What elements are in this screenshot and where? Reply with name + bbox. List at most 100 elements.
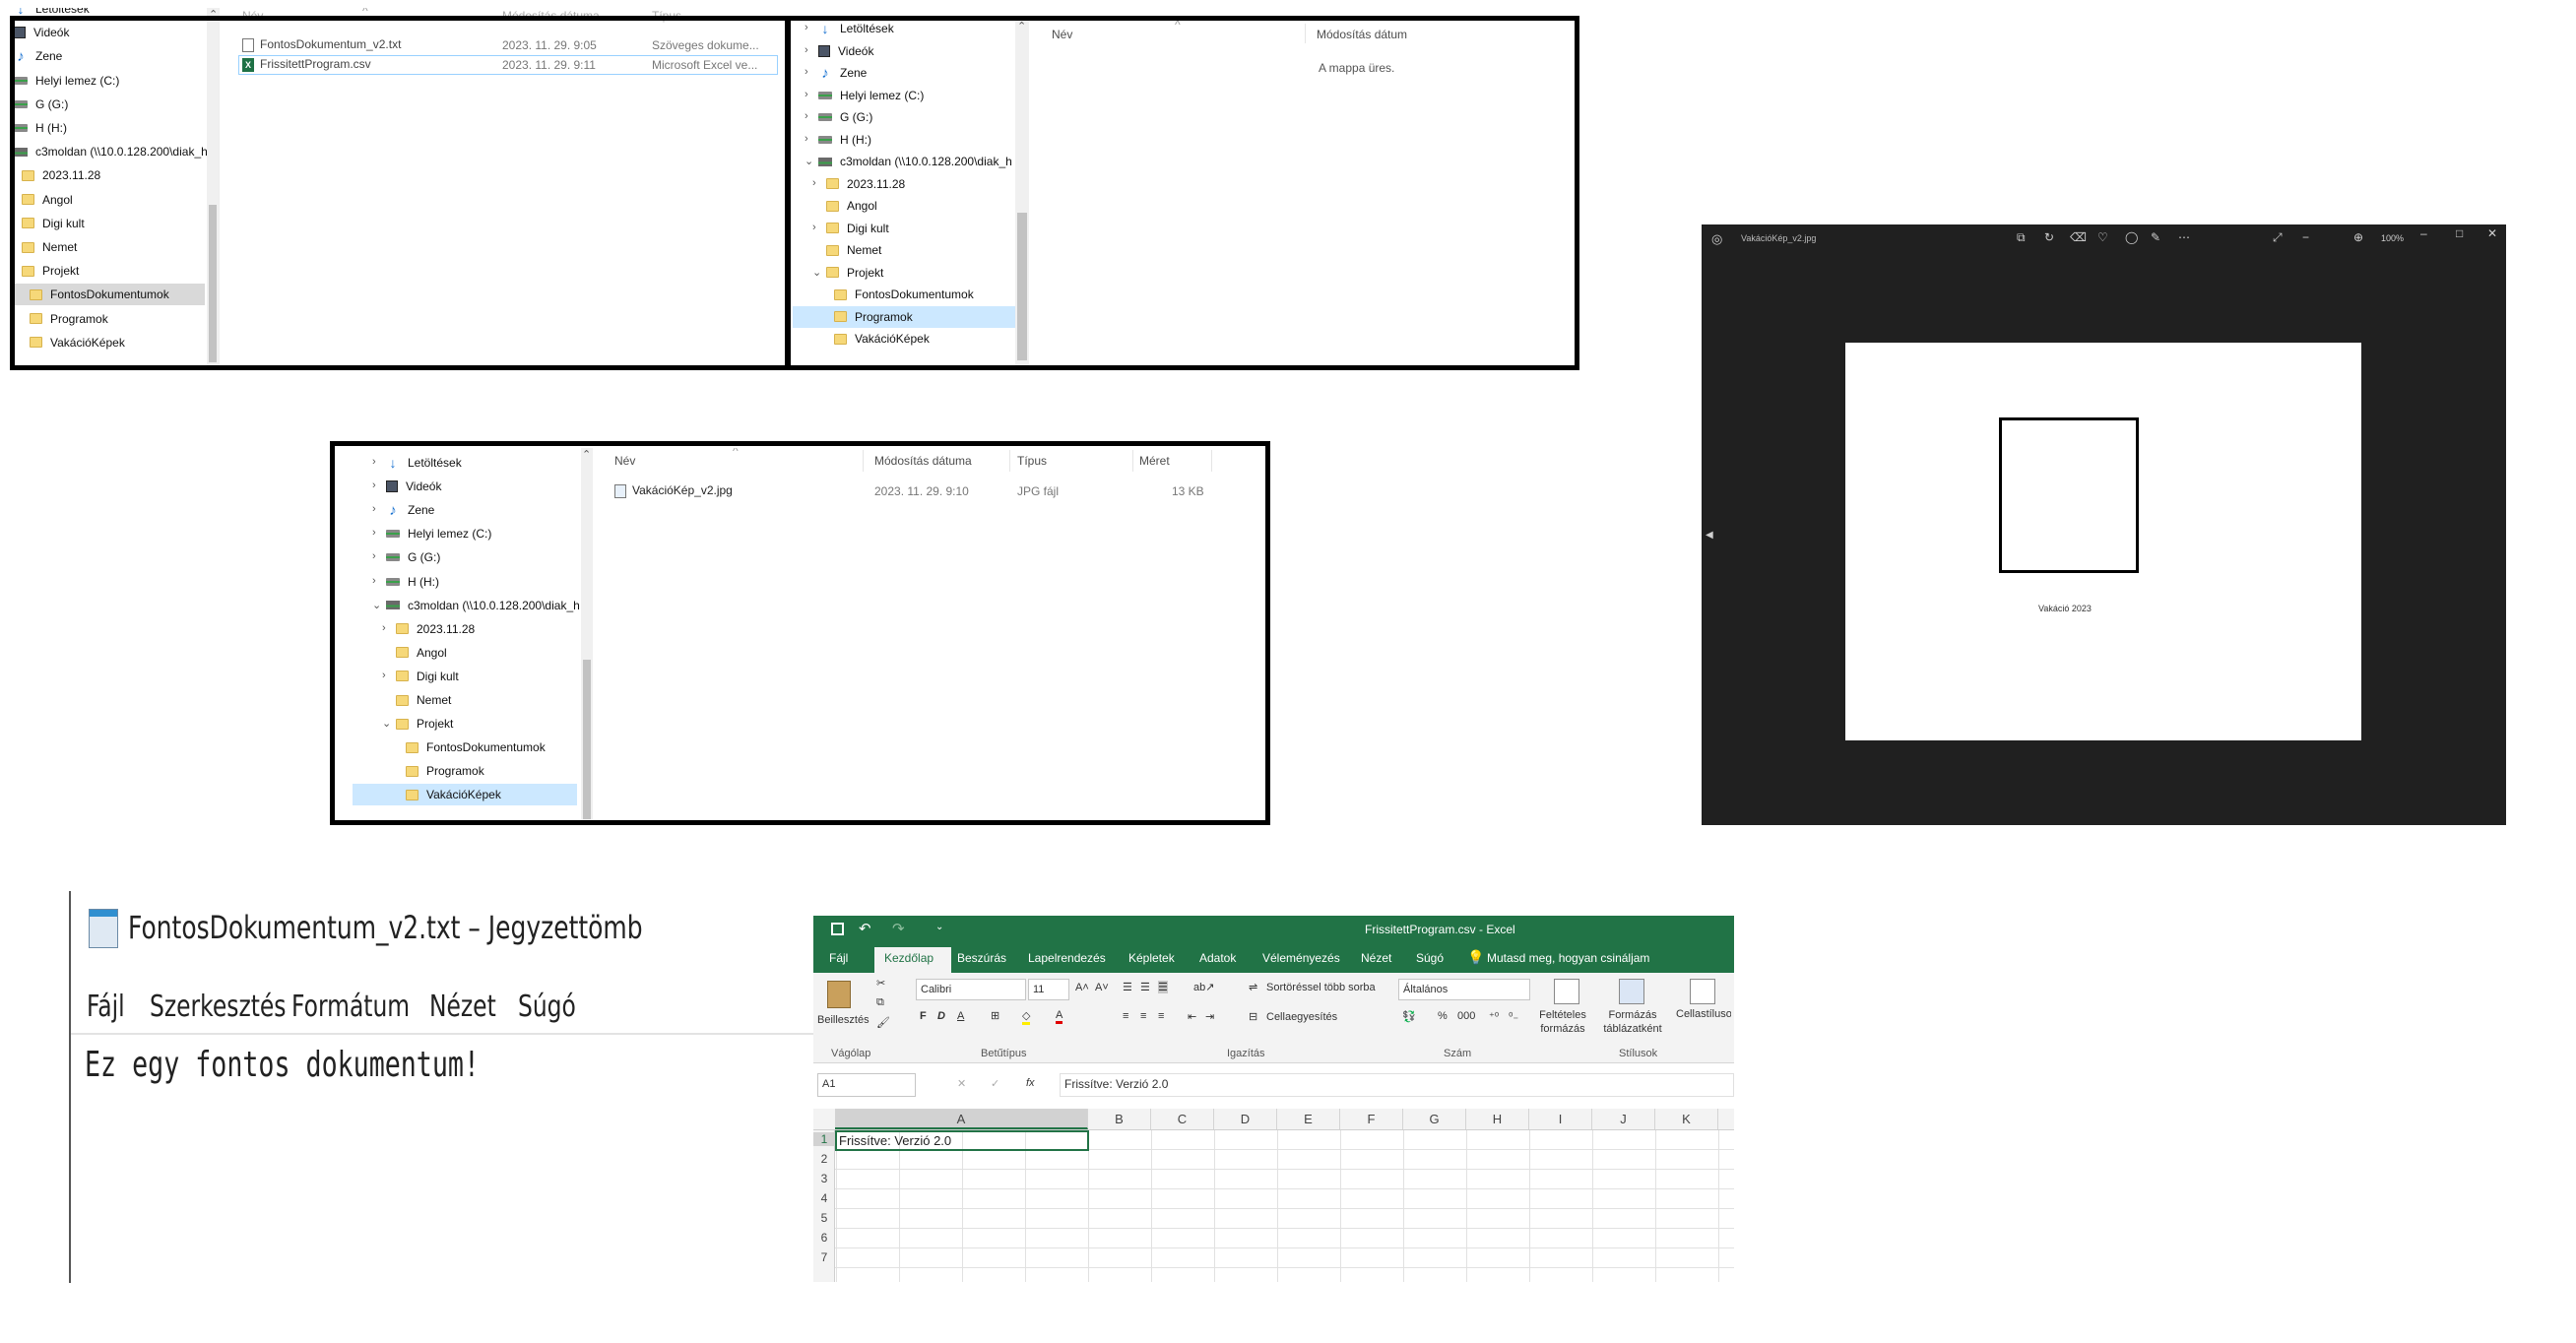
column-header-name[interactable]: Név — [242, 9, 263, 23]
formula-input[interactable]: Frissítve: Verzió 2.0 — [1060, 1073, 1734, 1097]
nav-item[interactable]: Angol — [10, 189, 205, 211]
cell-A1[interactable]: Frissítve: Verzió 2.0 — [835, 1130, 1089, 1151]
nav-item[interactable]: Programok — [793, 305, 1015, 328]
underline-icon[interactable]: A — [957, 1010, 964, 1022]
nav-item[interactable]: › Helyi lemez (C:) — [353, 523, 577, 544]
chevron-right-icon[interactable]: › — [372, 480, 376, 491]
nav-item[interactable]: › G (G:) — [793, 106, 1015, 128]
col-B[interactable]: B — [1088, 1109, 1151, 1129]
paste-icon[interactable] — [827, 981, 851, 1008]
scroll-up-icon[interactable]: ⌃ — [582, 448, 591, 461]
tab-page-layout[interactable]: Lapelrendezés — [1028, 951, 1106, 965]
chevron-right-icon[interactable]: › — [372, 527, 376, 539]
file-row[interactable]: FontosDokumentum_v2.txt 2023. 11. 29. 9:… — [238, 35, 778, 55]
zoom-out-icon[interactable]: − — [2302, 230, 2309, 244]
number-format-select[interactable]: Általános — [1398, 979, 1530, 1000]
chevron-down-icon[interactable]: ⌄ — [372, 599, 381, 611]
nav-item[interactable]: Angol — [793, 195, 1015, 217]
shrink-font-icon[interactable]: A˅ — [1095, 982, 1109, 993]
nav-item[interactable]: Videók — [10, 22, 205, 43]
more-icon[interactable]: ⋯ — [2178, 230, 2190, 244]
borders-icon[interactable]: ⊞ — [991, 1009, 999, 1022]
col-C[interactable]: C — [1151, 1109, 1214, 1129]
enter-icon[interactable]: ✓ — [991, 1077, 999, 1090]
nav-scrollbar-thumb[interactable] — [1017, 213, 1027, 360]
chevron-down-icon[interactable]: ⌄ — [805, 155, 813, 167]
menu-edit[interactable]: Szerkesztés — [150, 990, 287, 1024]
decrease-decimal-icon[interactable]: ⁰₋ — [1509, 1010, 1518, 1023]
nav-item[interactable]: Helyi lemez (C:) — [10, 70, 205, 92]
menu-help[interactable]: Súgó — [518, 990, 576, 1024]
tab-file[interactable]: Fájl — [829, 951, 848, 965]
nav-item[interactable]: › H (H:) — [353, 571, 577, 593]
paste-button[interactable]: Beillesztés — [817, 1014, 869, 1026]
cell-styles-button[interactable]: Cellastílusok — [1676, 1008, 1731, 1020]
insert-function-icon[interactable]: fx — [1026, 1077, 1035, 1089]
font-color-icon[interactable]: A — [1056, 1009, 1063, 1024]
row-1[interactable]: 1 — [813, 1132, 835, 1146]
increase-decimal-icon[interactable]: ⁺⁰ — [1489, 1010, 1499, 1023]
chevron-right-icon[interactable]: › — [805, 133, 808, 145]
chevron-down-icon[interactable]: ⌄ — [812, 266, 821, 279]
align-middle-icon[interactable]: ☰ — [1140, 981, 1150, 993]
column-header-size[interactable]: Méret — [1139, 454, 1170, 468]
column-header-modified[interactable]: Módosítás dátuma — [874, 454, 972, 468]
fill-color-icon[interactable]: ◇ — [1022, 1009, 1031, 1025]
maximize-icon[interactable]: □ — [2456, 226, 2463, 240]
tab-data[interactable]: Adatok — [1199, 951, 1236, 965]
redo-icon[interactable]: ↷ — [892, 920, 905, 937]
tab-review[interactable]: Véleményezés — [1262, 951, 1340, 965]
cut-icon[interactable]: ✂ — [876, 977, 885, 990]
chevron-right-icon[interactable]: › — [372, 550, 376, 562]
nav-item[interactable]: H (H:) — [10, 117, 205, 139]
name-box[interactable]: A1 — [817, 1073, 916, 1097]
file-row[interactable]: VakációKép_v2.jpg 2023. 11. 29. 9:10 JPG… — [611, 481, 1221, 501]
expand-icon[interactable]: ⤢ — [2273, 230, 2283, 245]
nav-item[interactable]: VakációKépek — [353, 784, 577, 806]
nav-item[interactable]: ⌄ Projekt — [793, 262, 1015, 284]
nav-item[interactable]: Digi kult — [10, 213, 205, 234]
row-4[interactable]: 4 — [813, 1191, 835, 1205]
spreadsheet-grid[interactable]: A B C D E F G H I J K 1 2 3 4 5 6 7 Fris… — [813, 1109, 1734, 1282]
align-left-icon[interactable]: ≡ — [1123, 1010, 1128, 1022]
column-header-modified[interactable]: Módosítás dátum — [1317, 28, 1407, 41]
share-icon[interactable]: ⧉ — [2017, 230, 2026, 245]
zoom-level[interactable]: 100% — [2381, 233, 2404, 243]
nav-item[interactable]: › Helyi lemez (C:) — [793, 85, 1015, 106]
column-header-type[interactable]: Típus — [652, 9, 681, 23]
nav-item[interactable]: › H (H:) — [793, 129, 1015, 151]
scroll-up-icon[interactable]: ⌃ — [209, 8, 218, 21]
chevron-right-icon[interactable]: › — [805, 89, 808, 100]
nav-item[interactable]: › ♪ Zene — [353, 499, 577, 521]
chevron-right-icon[interactable]: › — [372, 503, 376, 515]
font-size-select[interactable]: 11 — [1028, 979, 1069, 1000]
save-icon[interactable] — [831, 923, 844, 935]
close-icon[interactable]: ✕ — [2487, 226, 2497, 240]
nav-item[interactable]: › ♪ Zene — [793, 62, 1015, 84]
chevron-right-icon[interactable]: › — [805, 66, 808, 78]
col-A[interactable]: A — [835, 1109, 1088, 1129]
menu-view[interactable]: Nézet — [429, 990, 496, 1024]
orientation-icon[interactable]: ab↗ — [1193, 981, 1214, 993]
nav-item[interactable]: VakációKépek — [10, 332, 205, 353]
nav-item[interactable]: Nemet — [793, 239, 1015, 261]
format-painter-icon[interactable]: 🖌 — [876, 1016, 890, 1029]
edit-icon[interactable]: ✎ — [2151, 230, 2160, 244]
cell-styles-icon[interactable] — [1690, 979, 1715, 1004]
nav-item[interactable]: ⌄ c3moldan (\\10.0.128.200\diak_h — [793, 151, 1015, 172]
menu-file[interactable]: Fájl — [87, 990, 125, 1024]
nav-item[interactable]: FontosDokumentumok — [793, 284, 1015, 305]
crop-icon[interactable]: ◯ — [2125, 230, 2138, 244]
col-J[interactable]: J — [1592, 1109, 1655, 1129]
decrease-indent-icon[interactable]: ⇤ — [1188, 1010, 1196, 1023]
nav-item[interactable]: G (G:) — [10, 94, 205, 115]
align-top-icon[interactable]: ☰ — [1123, 981, 1132, 993]
column-header-type[interactable]: Típus — [1017, 454, 1047, 468]
nav-item[interactable]: Programok — [353, 760, 577, 782]
row-2[interactable]: 2 — [813, 1152, 835, 1166]
nav-item[interactable]: › Digi kult — [793, 218, 1015, 239]
nav-item[interactable]: › 2023.11.28 — [793, 173, 1015, 195]
nav-item[interactable]: FontosDokumentumok — [353, 736, 577, 758]
tab-formulas[interactable]: Képletek — [1128, 951, 1175, 965]
col-H[interactable]: H — [1466, 1109, 1529, 1129]
